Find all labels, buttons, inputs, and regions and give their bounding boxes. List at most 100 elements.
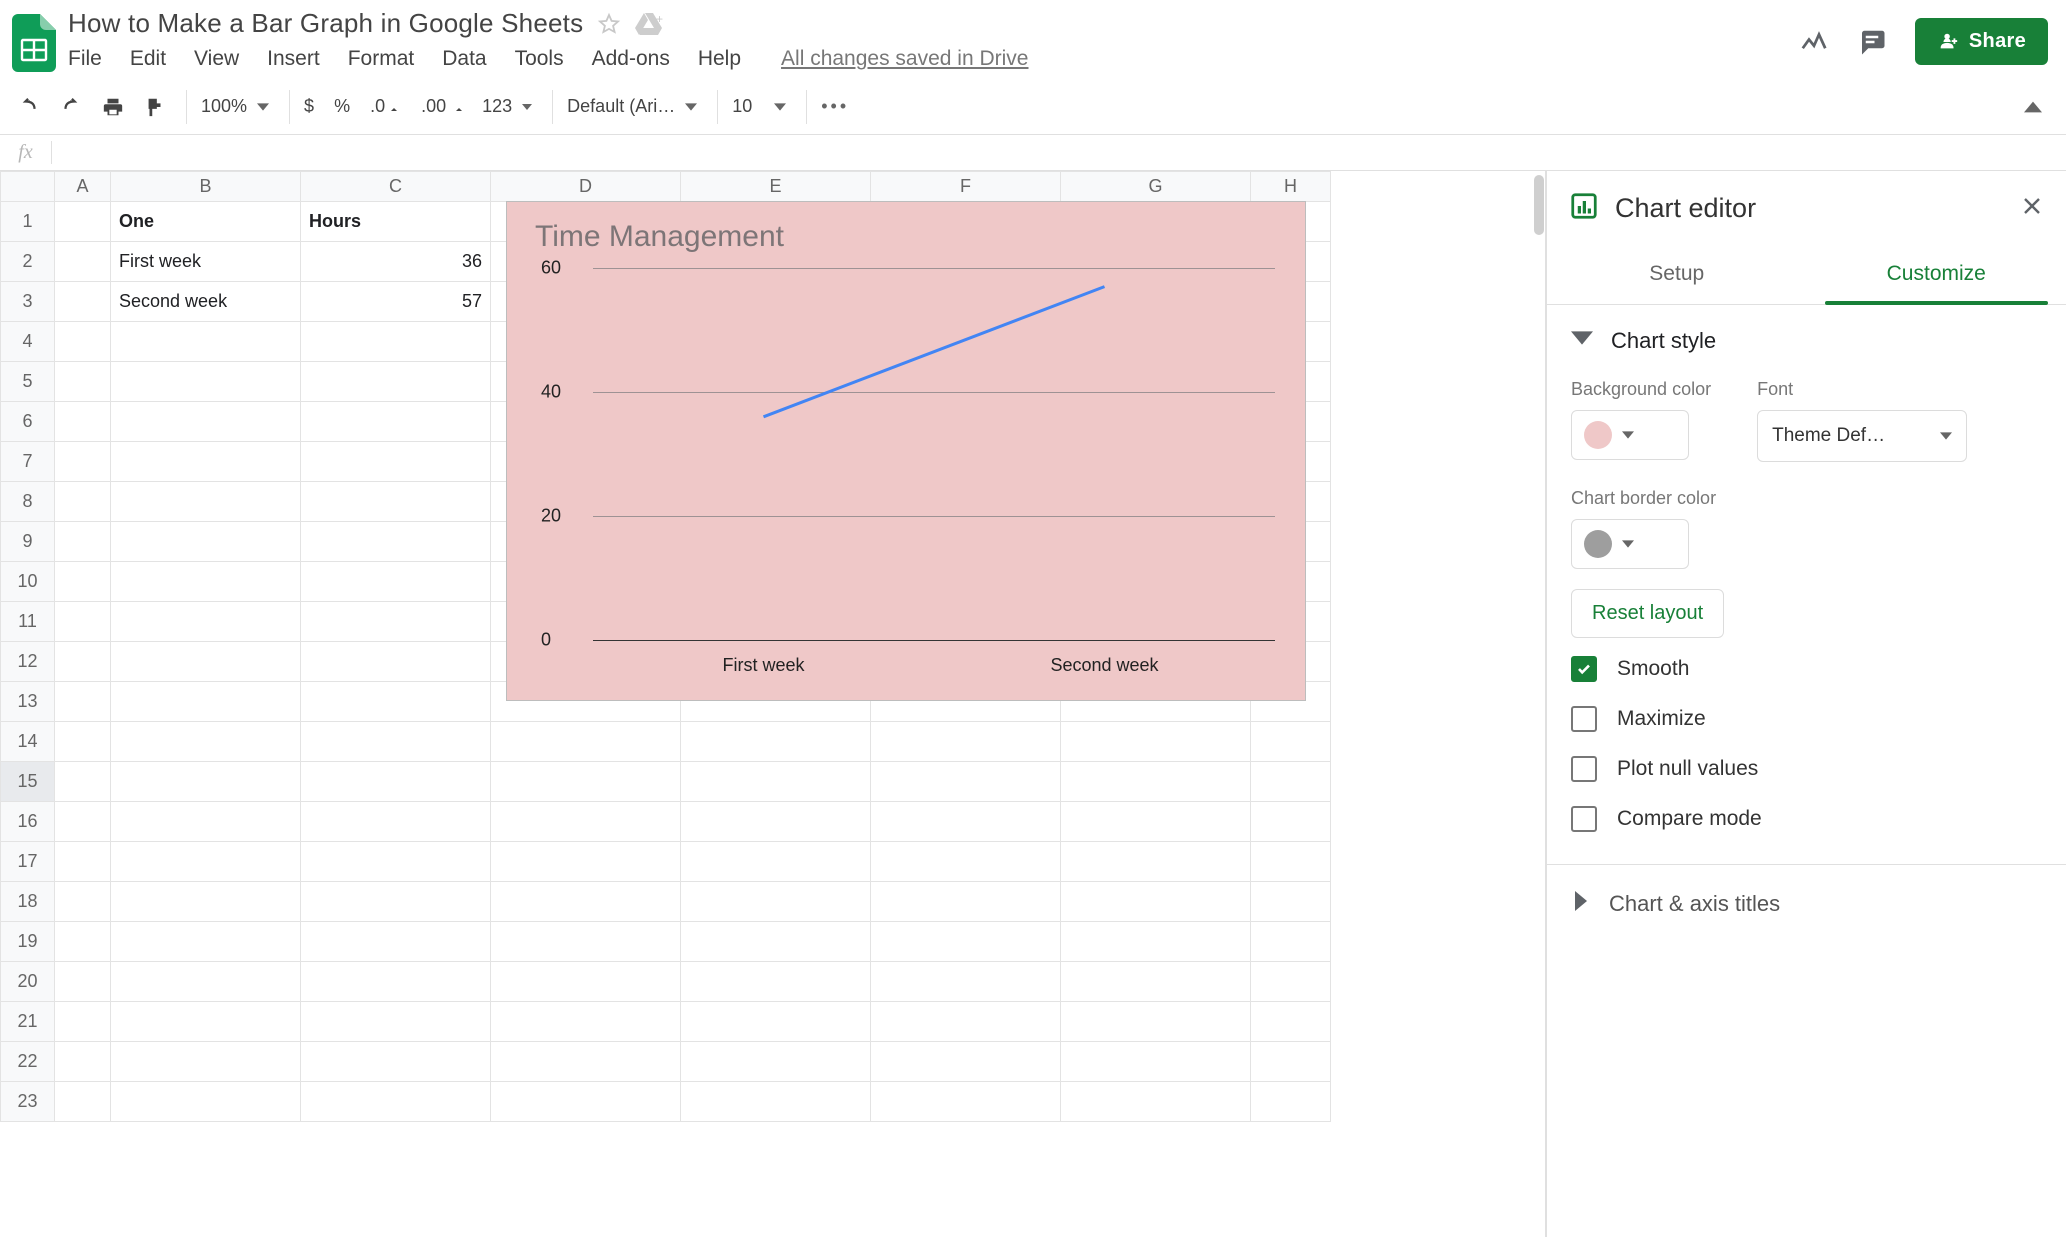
cell-A20[interactable] [55,962,111,1002]
menu-addons[interactable]: Add-ons [592,47,670,71]
cell-D15[interactable] [491,762,681,802]
cell-B5[interactable] [111,362,301,402]
cell-H19[interactable] [1251,922,1331,962]
cell-B9[interactable] [111,522,301,562]
cell-A9[interactable] [55,522,111,562]
row-header-17[interactable]: 17 [1,842,55,882]
cell-C15[interactable] [301,762,491,802]
cell-G18[interactable] [1061,882,1251,922]
row-header-5[interactable]: 5 [1,362,55,402]
cell-F21[interactable] [871,1002,1061,1042]
cell-G17[interactable] [1061,842,1251,882]
cell-A14[interactable] [55,722,111,762]
row-header-7[interactable]: 7 [1,442,55,482]
cell-H22[interactable] [1251,1042,1331,1082]
row-header-14[interactable]: 14 [1,722,55,762]
cell-G16[interactable] [1061,802,1251,842]
cell-F22[interactable] [871,1042,1061,1082]
col-header-B[interactable]: B [111,172,301,202]
checkbox-plot_null[interactable]: Plot null values [1547,744,2066,794]
menu-insert[interactable]: Insert [267,47,320,71]
explore-icon[interactable] [1799,27,1829,57]
row-header-3[interactable]: 3 [1,282,55,322]
row-header-1[interactable]: 1 [1,202,55,242]
cell-F14[interactable] [871,722,1061,762]
reset-layout-button[interactable]: Reset layout [1571,589,1724,638]
col-header-D[interactable]: D [491,172,681,202]
cell-F16[interactable] [871,802,1061,842]
menu-help[interactable]: Help [698,47,741,71]
cell-C10[interactable] [301,562,491,602]
cell-E17[interactable] [681,842,871,882]
cell-H16[interactable] [1251,802,1331,842]
cell-F19[interactable] [871,922,1061,962]
row-header-15[interactable]: 15 [1,762,55,802]
collapse-toolbar[interactable] [2016,92,2050,122]
embedded-chart[interactable]: Time Management 0 20 40 60First weekSeco… [506,201,1306,701]
format-currency[interactable]: $ [289,90,322,124]
cell-C23[interactable] [301,1082,491,1122]
close-icon[interactable] [2020,194,2044,223]
menu-view[interactable]: View [194,47,239,71]
cell-B10[interactable] [111,562,301,602]
cell-D17[interactable] [491,842,681,882]
cell-B21[interactable] [111,1002,301,1042]
checkbox-smooth[interactable]: Smooth [1547,644,2066,694]
row-header-2[interactable]: 2 [1,242,55,282]
border-color-picker[interactable] [1571,519,1689,569]
cell-C17[interactable] [301,842,491,882]
zoom-select[interactable]: 100% [186,90,277,124]
cell-C5[interactable] [301,362,491,402]
cell-D18[interactable] [491,882,681,922]
cell-C4[interactable] [301,322,491,362]
tab-customize[interactable]: Customize [1807,246,2066,304]
cell-H14[interactable] [1251,722,1331,762]
font-picker[interactable]: Theme Def… [1757,410,1967,462]
col-header-H[interactable]: H [1251,172,1331,202]
cell-B18[interactable] [111,882,301,922]
cell-C7[interactable] [301,442,491,482]
cell-B3[interactable]: Second week [111,282,301,322]
cell-E20[interactable] [681,962,871,1002]
cell-A2[interactable] [55,242,111,282]
comments-icon[interactable] [1857,27,1887,57]
cell-E16[interactable] [681,802,871,842]
cell-B17[interactable] [111,842,301,882]
cell-A15[interactable] [55,762,111,802]
cell-B20[interactable] [111,962,301,1002]
row-header-13[interactable]: 13 [1,682,55,722]
share-button[interactable]: Share [1915,18,2048,65]
formula-input[interactable] [52,135,2066,170]
cell-A17[interactable] [55,842,111,882]
row-header-10[interactable]: 10 [1,562,55,602]
row-header-21[interactable]: 21 [1,1002,55,1042]
cell-B7[interactable] [111,442,301,482]
cell-A10[interactable] [55,562,111,602]
cell-B2[interactable]: First week [111,242,301,282]
menu-edit[interactable]: Edit [130,47,166,71]
cell-C1[interactable]: Hours [301,202,491,242]
cell-E19[interactable] [681,922,871,962]
cell-G19[interactable] [1061,922,1251,962]
tab-setup[interactable]: Setup [1547,246,1807,304]
cell-E18[interactable] [681,882,871,922]
cell-C22[interactable] [301,1042,491,1082]
row-header-23[interactable]: 23 [1,1082,55,1122]
more-formats[interactable]: 123 [474,90,540,123]
undo-button[interactable] [10,90,48,124]
cell-C18[interactable] [301,882,491,922]
cell-E15[interactable] [681,762,871,802]
cell-B14[interactable] [111,722,301,762]
cell-D19[interactable] [491,922,681,962]
cell-E23[interactable] [681,1082,871,1122]
col-header-F[interactable]: F [871,172,1061,202]
cell-C8[interactable] [301,482,491,522]
cell-B16[interactable] [111,802,301,842]
cell-C12[interactable] [301,642,491,682]
format-percent[interactable]: % [326,90,358,123]
cell-A18[interactable] [55,882,111,922]
cell-B15[interactable] [111,762,301,802]
star-icon[interactable] [597,12,621,36]
row-header-19[interactable]: 19 [1,922,55,962]
cell-F18[interactable] [871,882,1061,922]
